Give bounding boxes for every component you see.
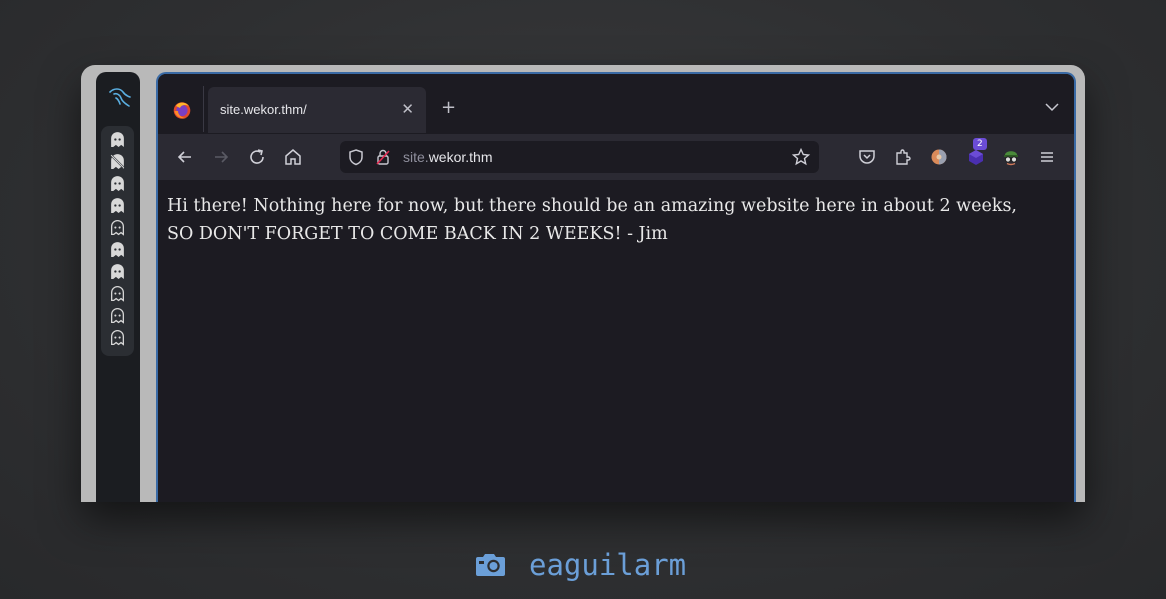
- tab-separator: [203, 86, 204, 132]
- spy-mask-icon[interactable]: [1001, 147, 1021, 167]
- tab-title: site.wekor.thm/: [220, 102, 307, 117]
- desktop-screen: site.wekor.thm/ ✕ + site.wekor.thm 2 Hi …: [81, 65, 1085, 502]
- extension-badge: 2: [973, 138, 987, 150]
- kali-dragon-icon[interactable]: [108, 86, 132, 108]
- back-arrow-icon[interactable]: [175, 147, 195, 167]
- ghost-outline-icon[interactable]: [109, 307, 126, 324]
- reload-icon[interactable]: [247, 147, 267, 167]
- pocket-icon[interactable]: [857, 147, 877, 167]
- caption-username: eaguilarm: [529, 548, 687, 582]
- ghost-outline-icon[interactable]: [109, 285, 126, 302]
- insecure-lock-icon[interactable]: [373, 147, 393, 167]
- tab-bar: site.wekor.thm/ ✕ +: [158, 74, 1074, 134]
- bookmark-star-icon[interactable]: [791, 147, 811, 167]
- url-bar[interactable]: site.wekor.thm: [340, 141, 819, 173]
- page-content: Hi there! Nothing here for now, but ther…: [158, 180, 1074, 502]
- tab-active[interactable]: site.wekor.thm/ ✕: [208, 87, 426, 133]
- forward-arrow-icon[interactable]: [211, 147, 231, 167]
- url-host: wekor.thm: [428, 149, 493, 165]
- camera-icon: [476, 554, 505, 576]
- home-icon[interactable]: [283, 147, 303, 167]
- ghost-outline-icon[interactable]: [109, 329, 126, 346]
- ghost-icon[interactable]: [109, 241, 126, 258]
- new-tab-button[interactable]: +: [441, 97, 456, 118]
- extension-orb-icon[interactable]: [929, 147, 949, 167]
- url-subdomain: site.: [403, 149, 429, 165]
- extension-cube-icon[interactable]: [966, 147, 986, 167]
- ghost-off-icon[interactable]: [109, 153, 126, 170]
- ghost-icon[interactable]: [109, 197, 126, 214]
- ghost-icon[interactable]: [109, 263, 126, 280]
- page-text-line-1: Hi there! Nothing here for now, but ther…: [167, 196, 1017, 216]
- url-text[interactable]: site.wekor.thm: [403, 149, 493, 165]
- chevron-down-icon[interactable]: [1044, 99, 1060, 115]
- ghost-outline-icon[interactable]: [109, 219, 126, 236]
- tab-close-button[interactable]: ✕: [401, 100, 414, 118]
- side-dock: [96, 72, 140, 502]
- firefox-icon[interactable]: [172, 100, 192, 120]
- extensions-puzzle-icon[interactable]: [893, 147, 913, 167]
- dock-apps: [101, 126, 134, 356]
- page-body-text: Hi there! Nothing here for now, but ther…: [167, 192, 1067, 248]
- hamburger-menu-icon[interactable]: [1037, 147, 1057, 167]
- ghost-icon[interactable]: [109, 131, 126, 148]
- page-text-line-2: SO DON'T FORGET TO COME BACK IN 2 WEEKS!…: [167, 224, 668, 244]
- shield-icon[interactable]: [346, 147, 366, 167]
- nav-toolbar: site.wekor.thm 2: [158, 134, 1074, 180]
- ghost-icon[interactable]: [109, 175, 126, 192]
- firefox-window: site.wekor.thm/ ✕ + site.wekor.thm 2 Hi …: [156, 72, 1076, 502]
- caption: eaguilarm: [474, 547, 686, 583]
